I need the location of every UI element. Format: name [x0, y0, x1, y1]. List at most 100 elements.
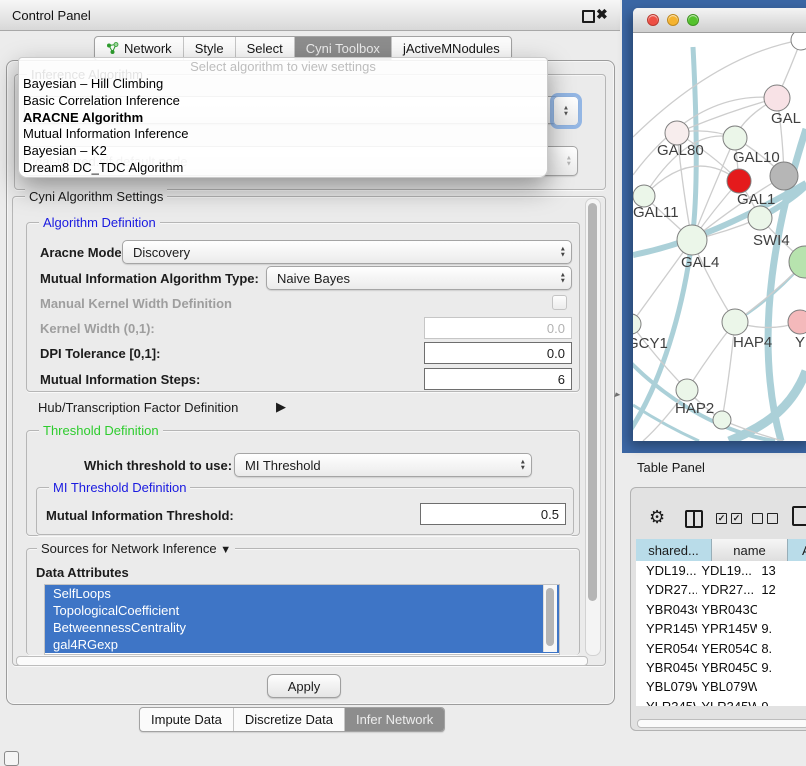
table-row[interactable]: YBR043CYBR043C — [636, 600, 806, 619]
algorithm-option-mutual-information-inference[interactable]: Mutual Information Inference — [19, 126, 547, 143]
table-cell[interactable]: YBL079W — [636, 677, 697, 696]
table-cell[interactable] — [757, 600, 806, 619]
network-node-gcy1[interactable] — [633, 314, 641, 334]
mi-threshold-input[interactable]: 0.5 — [420, 503, 566, 525]
algorithm-definition-title: Algorithm Definition — [39, 215, 160, 230]
network-node[interactable] — [713, 411, 731, 429]
window-minimize-button[interactable] — [667, 14, 679, 26]
attribute-item-topologicalcoefficient[interactable]: TopologicalCoefficient — [45, 602, 559, 619]
table-column-header-name[interactable]: name — [712, 539, 788, 561]
window-close-button[interactable] — [647, 14, 659, 26]
algorithm-option-bayesian-k2[interactable]: Bayesian – K2 — [19, 143, 547, 160]
gear-icon[interactable]: ⚙ — [649, 507, 665, 528]
network-node-gal4[interactable] — [677, 225, 707, 255]
tab-impute-data[interactable]: Impute Data — [140, 708, 234, 731]
network-node-gal[interactable] — [764, 85, 790, 111]
stepper-arrows-icon: ▲▼ — [520, 460, 526, 471]
table-row[interactable]: YBL079WYBL079W — [636, 677, 806, 696]
table-cell[interactable]: 8. — [757, 639, 806, 658]
attribute-item-betweennesscentrality[interactable]: BetweennessCentrality — [45, 619, 559, 636]
network-node-hap2[interactable] — [676, 379, 698, 401]
table-row[interactable]: YDL19...YDL19...13 — [636, 561, 806, 580]
algorithm-option-aracne-algorithm[interactable]: ARACNE Algorithm — [19, 110, 547, 127]
table-cell[interactable]: YBR045C — [636, 658, 697, 677]
table-body[interactable]: YDL19...YDL19...13YDR27...YDR27...12YBR0… — [636, 561, 806, 706]
table-cell[interactable]: 13 — [757, 561, 806, 580]
checkbox-checked-icon[interactable]: ✓ — [731, 513, 742, 524]
network-node-hap4[interactable] — [722, 309, 748, 335]
tab-discretize-data[interactable]: Discretize Data — [234, 708, 345, 731]
table-cell[interactable]: 12 — [757, 580, 806, 599]
settings-horizontal-scrollbar[interactable] — [16, 656, 588, 666]
table-horizontal-scrollbar[interactable] — [637, 719, 806, 728]
hub-disclosure-triangle-icon[interactable]: ▶ — [276, 399, 286, 415]
table-row[interactable]: YBR045CYBR045C9. — [636, 658, 806, 677]
table-cell[interactable]: YDR27... — [697, 580, 757, 599]
table-cell[interactable]: YDL19... — [697, 561, 757, 580]
table-cell[interactable]: YBR043C — [697, 600, 757, 619]
table-cell[interactable]: YPR145W — [697, 619, 757, 638]
table-cell[interactable]: YBR043C — [636, 600, 697, 619]
table-column-header-shared[interactable]: shared... — [636, 539, 712, 561]
window-zoom-button[interactable] — [687, 14, 699, 26]
apply-button[interactable]: Apply — [267, 674, 341, 698]
network-node-gal1[interactable] — [727, 169, 751, 193]
columns-icon[interactable] — [685, 510, 703, 528]
table-cell[interactable]: YBR045C — [697, 658, 757, 677]
table-column-header-a[interactable]: A — [788, 539, 806, 561]
aracne-mode-combo[interactable]: Discovery ▲▼ — [122, 240, 572, 264]
table-row[interactable]: YER054CYER054C8. — [636, 639, 806, 658]
mi-type-combo[interactable]: Naive Bayes ▲▼ — [266, 266, 572, 290]
network-node-y[interactable] — [788, 310, 806, 334]
attributes-list-scrollbar[interactable] — [543, 585, 557, 652]
table-cell[interactable]: 9. — [757, 697, 806, 706]
table-row[interactable]: YDR27...YDR27...12 — [636, 580, 806, 599]
document-icon[interactable] — [792, 506, 806, 526]
table-cell[interactable]: YLR345W — [636, 697, 697, 706]
manual-kernel-checkbox[interactable] — [552, 295, 567, 310]
algorithm-combo-stepper[interactable]: ▲▼ — [553, 96, 579, 126]
checkbox-unchecked-icon[interactable] — [767, 513, 778, 524]
table-cell[interactable]: 9. — [757, 658, 806, 677]
table-cell[interactable] — [757, 677, 806, 696]
checkbox-unchecked-icon[interactable] — [752, 513, 763, 524]
algorithm-option-dream8-dc-tdc-algorithm[interactable]: Dream8 DC_TDC Algorithm — [19, 160, 547, 177]
table-cell[interactable]: YDL19... — [636, 561, 697, 580]
table-cell[interactable]: 9. — [757, 619, 806, 638]
table-cell[interactable]: YER054C — [636, 639, 697, 658]
table-panel: ⚙ ✓ ✓ shared...nameA YDL19...YDL19...13Y… — [630, 487, 806, 731]
table-cell[interactable]: YLR345W — [697, 697, 757, 706]
tab-label: Infer Network — [356, 712, 433, 727]
table-cell[interactable]: YER054C — [697, 639, 757, 658]
network-canvas[interactable]: GALGAL80GAL10GAL1GAL11SWI4GAL4GCY1HAP4YH… — [633, 33, 806, 441]
control-panel-titlebar: Control Panel ✖ — [0, 0, 620, 31]
dpi-tolerance-input[interactable]: 0.0 — [424, 342, 572, 364]
sources-collapse-triangle-icon[interactable]: ▼ — [220, 544, 231, 556]
which-threshold-combo[interactable]: MI Threshold ▲▼ — [234, 453, 532, 477]
mi-steps-input[interactable]: 6 — [424, 368, 572, 390]
algorithm-option-basic-correlation-inference[interactable]: Basic Correlation Inference — [19, 93, 547, 110]
settings-vertical-scrollbar[interactable] — [585, 198, 601, 656]
table-cell[interactable]: YBL079W — [697, 677, 757, 696]
algorithm-option-bayesian-hill-climbing[interactable]: Bayesian – Hill Climbing — [19, 76, 547, 93]
network-node-gal10[interactable] — [723, 126, 747, 150]
table-cell[interactable]: YDR27... — [636, 580, 697, 599]
table-header[interactable]: shared...nameA — [636, 539, 806, 562]
float-icon[interactable] — [582, 10, 595, 23]
table-cell[interactable]: YPR145W — [636, 619, 697, 638]
corner-widget-icon[interactable] — [4, 751, 19, 766]
table-row[interactable]: YLR345WYLR345W9. — [636, 697, 806, 706]
node-label: Y — [795, 334, 805, 351]
mi-type-value: Naive Bayes — [277, 271, 350, 286]
tab-infer-network[interactable]: Infer Network — [345, 708, 444, 731]
checkbox-checked-icon[interactable]: ✓ — [716, 513, 727, 524]
network-window-titlebar[interactable] — [633, 8, 806, 33]
network-node[interactable] — [770, 162, 798, 190]
table-row[interactable]: YPR145WYPR145W9. — [636, 619, 806, 638]
close-icon[interactable]: ✖ — [596, 6, 608, 23]
attribute-item-selfloops[interactable]: SelfLoops — [45, 585, 559, 602]
network-node-swi4[interactable] — [748, 206, 772, 230]
network-node[interactable] — [791, 33, 806, 50]
tab-label: Discretize Data — [245, 712, 333, 727]
attribute-item-gal4rgexp[interactable]: gal4RGexp — [45, 636, 559, 653]
